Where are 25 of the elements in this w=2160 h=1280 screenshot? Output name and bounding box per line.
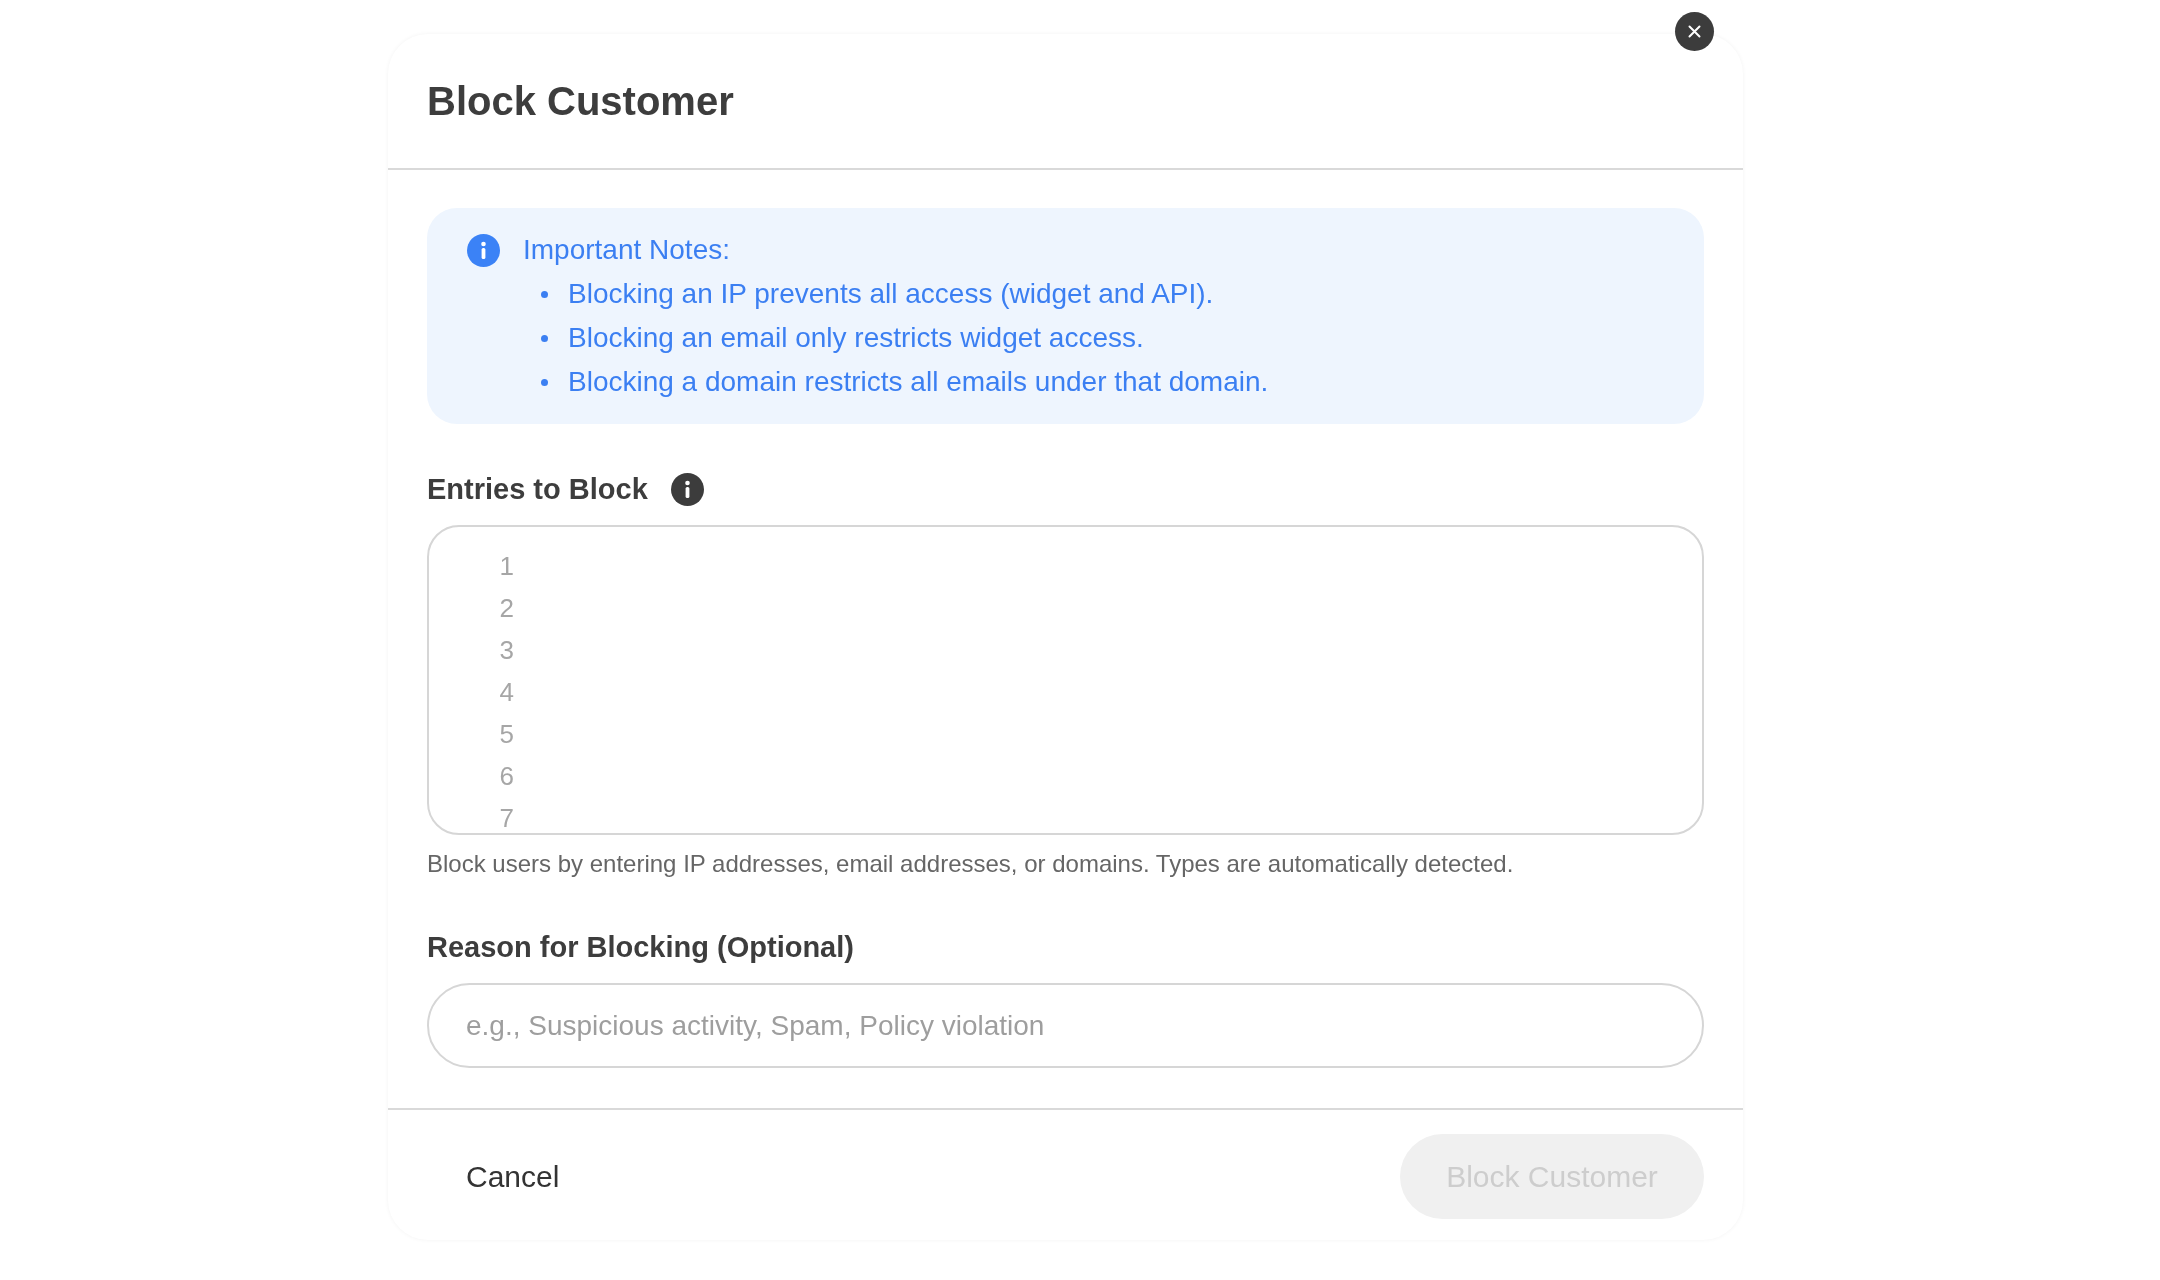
bullet-icon — [541, 290, 548, 298]
note-text: Blocking a domain restricts all emails under that domain. — [568, 365, 1269, 399]
note-text: Blocking an IP prevents all access (widget and API). — [568, 277, 1214, 311]
bullet-icon — [541, 334, 548, 342]
line-number: 6 — [498, 760, 514, 793]
notes-title: Important Notes: — [523, 233, 731, 267]
line-number: 3 — [498, 634, 514, 667]
info-icon — [467, 233, 500, 267]
close-icon — [1688, 25, 1701, 38]
reason-field[interactable]: e.g., Suspicious activity, Spam, Policy violation — [427, 983, 1704, 1068]
line-number: 2 — [498, 592, 514, 625]
line-number: 4 — [498, 676, 514, 709]
dialog-title: Block Customer — [427, 78, 734, 124]
entries-field[interactable]: 1 2 3 4 5 6 7 — [427, 525, 1704, 835]
help-text: Block users by entering IP addresses, email addresses, or domains. Types are automatically detected. — [427, 849, 1515, 879]
line-number: 1 — [498, 550, 514, 583]
field-label: Reason for Blocking (Optional) — [427, 930, 855, 965]
bullet-icon — [541, 378, 548, 386]
note-text: Blocking an email only restricts widget access. — [568, 321, 1144, 355]
info-icon[interactable] — [670, 472, 704, 506]
line-number: 7 — [498, 802, 514, 833]
line-number: 5 — [498, 718, 514, 751]
cancel-button[interactable]: Cancel — [427, 1134, 599, 1219]
close-button[interactable] — [1675, 12, 1714, 51]
field-label: Entries to Block — [427, 472, 648, 507]
